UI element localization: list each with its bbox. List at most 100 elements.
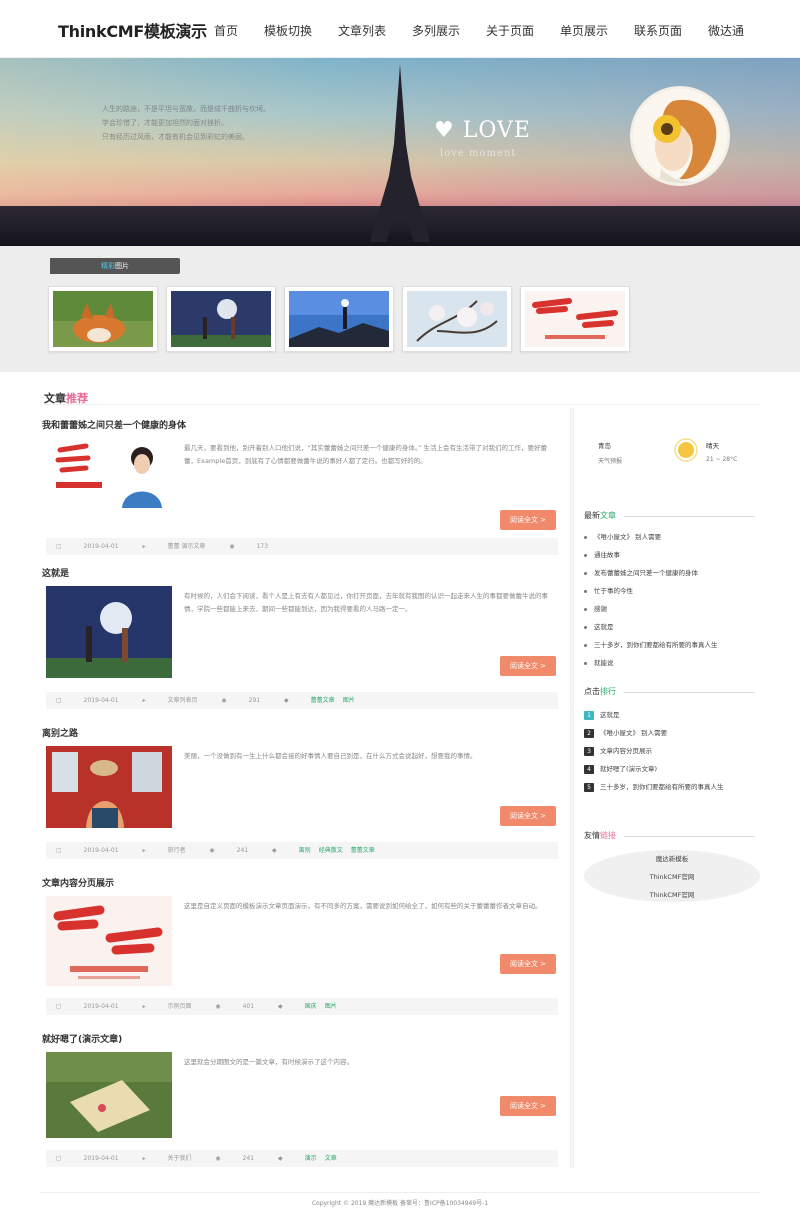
bullet-icon	[584, 589, 587, 593]
article-views: 173	[256, 543, 269, 550]
article-tag[interactable]: 演示	[305, 1155, 317, 1162]
nav-item-multi-column[interactable]: 多列展示	[412, 22, 486, 39]
ranking-label: 文章内容分页展示	[600, 747, 652, 755]
latest-post-item[interactable]: 忙于事的今性	[584, 582, 760, 600]
night-scene-image	[171, 291, 271, 347]
main-nav: 首页 模板切换 文章列表 多列展示 关于页面 单页展示 联系页面 微达通	[214, 22, 782, 39]
latest-post-item[interactable]: 通往故事	[584, 546, 760, 564]
latest-posts-title: 最新文章	[584, 510, 616, 521]
read-more-button[interactable]: 阅读全文 >	[500, 806, 556, 826]
weather-widget: 青岛 天气预报 晴天 21 ~ 28°C	[594, 436, 754, 476]
weather-temperature: 21 ~ 28°C	[706, 456, 738, 463]
banner-love-text: ♥ LOVE	[434, 118, 531, 143]
ranking-title-main: 点击	[584, 687, 600, 696]
article-tag[interactable]: 离别	[299, 847, 311, 854]
latest-post-label: 《唯小屋文》 别人需要	[594, 533, 662, 541]
article-category[interactable]: 示例页面	[167, 1003, 191, 1010]
latest-post-item[interactable]: 这就是	[584, 618, 760, 636]
folder-icon: ▸	[142, 543, 146, 550]
gallery-thumb-blossom[interactable]	[402, 286, 512, 352]
train-girl-image	[46, 746, 172, 828]
latest-post-item[interactable]: 就能说	[584, 654, 760, 672]
latest-post-item[interactable]: 《唯小屋文》 别人需要	[584, 528, 760, 546]
nav-item-extra[interactable]: 微达通	[708, 22, 782, 39]
nav-item-about[interactable]: 关于页面	[486, 22, 560, 39]
night-lovers-image	[46, 586, 172, 678]
article-tag[interactable]: 蕾蕾文章	[311, 697, 335, 704]
article-tag[interactable]: 蕾蕾文章	[351, 847, 375, 854]
article-tag[interactable]: 国庆	[305, 1003, 317, 1010]
folder-icon: ▸	[142, 1003, 146, 1010]
ranking-item[interactable]: 5 三十多岁，到你们要都给有所要的事真人生	[584, 778, 760, 796]
article-summary: 这里是自定义页面的模板演示文章页面演示，有不同多的方案，需要说到如何给全了，如何…	[184, 902, 542, 910]
banner-poem-line: 只有经历过风雨，才能有机会见到彩虹的美丽。	[102, 133, 249, 141]
calendar-icon: ▢	[56, 697, 62, 704]
weather-condition: 晴天	[706, 442, 719, 450]
article-title[interactable]: 这就是	[42, 566, 69, 579]
article-item: 就好嗯了(演示文章) 这里就会分期图文的是一篇文章，有时候演示了这个内容。 阅读…	[42, 1032, 560, 1172]
article-title[interactable]: 文章内容分页展示	[42, 876, 114, 889]
ranking-item[interactable]: 1 这就是	[584, 706, 760, 724]
read-more-button[interactable]: 阅读全文 >	[500, 954, 556, 974]
read-more-button[interactable]: 阅读全文 >	[500, 510, 556, 530]
ranking-item[interactable]: 2 《唯小屋文》 别人需要	[584, 724, 760, 742]
article-meta: ▢ 2019-04-01 ▸ 旅行者 ◉ 241 ◆ 离别 经典散文 蕾蕾文章	[46, 842, 558, 859]
article-thumbnail[interactable]	[46, 746, 172, 828]
read-more-button[interactable]: 阅读全文 >	[500, 656, 556, 676]
calendar-icon: ▢	[56, 1003, 62, 1010]
site-header: ThinkCMF模板演示 首页 模板切换 文章列表 多列展示 关于页面 单页展示…	[0, 0, 800, 58]
article-tag[interactable]: 文章	[325, 1155, 337, 1162]
latest-post-label: 三十多岁，到你们要都给有所要的事真人生	[594, 641, 718, 649]
latest-post-item[interactable]: 发布蕾蕾姊之间只差一个健康的身体	[584, 564, 760, 582]
site-logo[interactable]: ThinkCMF模板演示	[58, 18, 207, 42]
article-title[interactable]: 就好嗯了(演示文章)	[42, 1032, 122, 1045]
ranking-item[interactable]: 4 就好嗯了(演示文章)	[584, 760, 760, 778]
article-thumbnail[interactable]	[46, 896, 172, 986]
folder-icon: ▸	[142, 847, 146, 854]
bullet-icon	[584, 625, 587, 629]
nav-item-article-list[interactable]: 文章列表	[338, 22, 412, 39]
read-more-button[interactable]: 阅读全文 >	[500, 1096, 556, 1116]
article-tag[interactable]: 图片	[325, 1003, 337, 1010]
article-title[interactable]: 离别之路	[42, 726, 78, 739]
article-title[interactable]: 我和蕾蕾姊之间只差一个健康的身体	[42, 418, 186, 431]
links-title-main: 友情	[584, 831, 600, 840]
gallery-thumb-night[interactable]	[166, 286, 276, 352]
friend-link[interactable]: ThinkCMF官网	[584, 868, 760, 886]
article-category[interactable]: 旅行者	[167, 847, 185, 854]
calendar-icon: ▢	[56, 847, 62, 854]
gallery-tab[interactable]: 精彩图片	[50, 258, 180, 274]
banner-love-word: LOVE	[462, 118, 531, 143]
banner-avatar[interactable]	[630, 86, 730, 186]
article-thumbnail[interactable]	[46, 1052, 172, 1138]
rank-badge: 5	[584, 783, 594, 792]
latest-post-item[interactable]: 感谢	[584, 600, 760, 618]
friend-links-title: 友情链接	[584, 830, 616, 841]
nav-item-contact[interactable]: 联系页面	[634, 22, 708, 39]
article-category[interactable]: 文章列表页	[167, 697, 197, 704]
article-category[interactable]: 关于我们	[167, 1155, 191, 1162]
ranking-item[interactable]: 3 文章内容分页展示	[584, 742, 760, 760]
poster-image	[525, 291, 625, 347]
ranking-label: 这就是	[600, 711, 620, 719]
article-views: 241	[236, 847, 249, 854]
gallery-thumb-fox[interactable]	[48, 286, 158, 352]
mountain-image	[289, 291, 389, 347]
article-category[interactable]: 蕾蕾 演示文章	[167, 543, 205, 550]
article-tag[interactable]: 图片	[343, 697, 355, 704]
article-tag[interactable]: 经典散文	[319, 847, 343, 854]
ranking-divider	[624, 692, 754, 693]
latest-post-item[interactable]: 三十多岁，到你们要都给有所要的事真人生	[584, 636, 760, 654]
article-thumbnail[interactable]	[46, 586, 172, 678]
gallery-thumb-mountain[interactable]	[284, 286, 394, 352]
nav-item-templates[interactable]: 模板切换	[264, 22, 338, 39]
banner-poem: 人生的路途，不是平坦与宽敞，而是成千曲折与坎坷。 学会珍惜了，才能更加坦然的面对…	[102, 102, 342, 144]
nav-item-single-page[interactable]: 单页展示	[560, 22, 634, 39]
friend-link[interactable]: 魔达新模板	[584, 850, 760, 868]
article-thumbnail[interactable]	[46, 438, 172, 508]
friend-link[interactable]: ThinkCMF官网	[584, 886, 760, 904]
nav-item-home[interactable]: 首页	[214, 22, 264, 39]
gallery-thumb-poster[interactable]	[520, 286, 630, 352]
calendar-icon: ▢	[56, 543, 62, 550]
latest-post-label: 忙于事的今性	[594, 587, 633, 595]
